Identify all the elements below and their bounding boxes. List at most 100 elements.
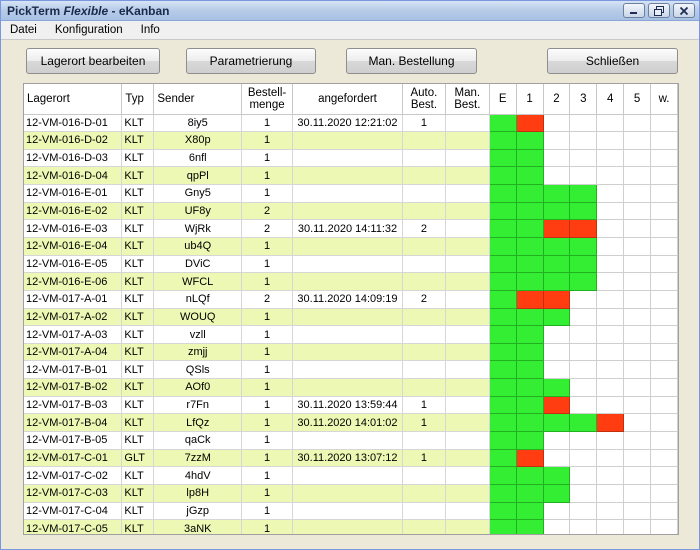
table-row[interactable]: 12-VM-017-B-05 KLT qaCk 1 bbox=[24, 431, 678, 450]
cell-typ: KLT bbox=[121, 360, 155, 380]
table-row[interactable]: 12-VM-017-A-02 KLT WOUQ 1 bbox=[24, 308, 678, 327]
cell-sender: 8iy5 bbox=[153, 114, 243, 133]
bin-cell-5 bbox=[623, 237, 652, 256]
kanban-grid[interactable]: Lagerort Typ Sender Bestell-menge angefo… bbox=[23, 83, 679, 535]
table-row[interactable]: 12-VM-016-E-05 KLT DViC 1 bbox=[24, 255, 678, 274]
cell-typ: KLT bbox=[121, 166, 155, 186]
cell-bestellmenge: 1 bbox=[241, 343, 293, 362]
table-row[interactable]: 12-VM-017-C-02 KLT 4hdV 1 bbox=[24, 466, 678, 485]
col-header-bin-1[interactable]: 1 bbox=[516, 84, 544, 115]
cell-lagerort: 12-VM-017-B-04 bbox=[24, 413, 123, 433]
cell-sender: ub4Q bbox=[153, 237, 243, 256]
parameters-button[interactable]: Parametrierung bbox=[186, 48, 316, 74]
cell-typ: KLT bbox=[121, 272, 155, 291]
title-bar[interactable]: PickTerm Flexible - eKanban bbox=[1, 1, 699, 21]
col-header-typ[interactable]: Typ bbox=[121, 84, 155, 115]
cell-lagerort: 12-VM-017-A-02 bbox=[24, 308, 123, 327]
kanban-table: Lagerort Typ Sender Bestell-menge angefo… bbox=[24, 84, 678, 534]
cell-angefordert bbox=[292, 466, 403, 485]
edit-location-button[interactable]: Lagerort bearbeiten bbox=[26, 48, 160, 74]
cell-auto-best bbox=[402, 502, 446, 521]
table-row[interactable]: 12-VM-017-B-03 KLT r7Fn 1 30.11.2020 13:59:4… bbox=[24, 396, 678, 415]
table-row[interactable]: 12-VM-016-E-03 KLT WjRk 2 30.11.2020 14:11:3… bbox=[24, 219, 678, 238]
table-row[interactable]: 12-VM-017-B-01 KLT QSls 1 bbox=[24, 360, 678, 380]
table-row[interactable]: 12-VM-016-D-01 KLT 8iy5 1 30.11.2020 12:21:0… bbox=[24, 114, 678, 133]
bin-cell-5 bbox=[623, 502, 652, 521]
table-row[interactable]: 12-VM-017-A-04 KLT zmjj 1 bbox=[24, 343, 678, 362]
bin-cell-e-full bbox=[489, 149, 517, 168]
cell-typ: KLT bbox=[121, 114, 155, 133]
col-header-angefordert[interactable]: angefordert bbox=[292, 84, 403, 115]
bin-cell-e-full bbox=[489, 184, 517, 203]
cell-sender: qpPl bbox=[153, 166, 243, 186]
bin-cell-2-empty bbox=[543, 396, 571, 415]
table-row[interactable]: 12-VM-017-B-04 KLT LfQz 1 30.11.2020 14:01:0… bbox=[24, 413, 678, 433]
cell-bestellmenge: 1 bbox=[241, 449, 293, 468]
bin-cell-3 bbox=[569, 114, 598, 133]
col-header-bin-5[interactable]: 5 bbox=[623, 84, 652, 115]
menu-konfiguration[interactable]: Konfiguration bbox=[46, 21, 132, 40]
table-row[interactable]: 12-VM-016-D-04 KLT qpPl 1 bbox=[24, 166, 678, 186]
bin-cell-2 bbox=[543, 360, 571, 380]
col-header-auto-best[interactable]: Auto. Best. bbox=[402, 84, 446, 115]
bin-cell-4 bbox=[596, 149, 625, 168]
app-window: PickTerm Flexible - eKanban Datei Konfig… bbox=[0, 0, 700, 550]
bin-cell-1-empty bbox=[516, 290, 544, 309]
minimize-button[interactable] bbox=[623, 3, 645, 18]
col-header-bin-2[interactable]: 2 bbox=[543, 84, 571, 115]
table-row[interactable]: 12-VM-017-B-02 KLT AOf0 1 bbox=[24, 378, 678, 397]
table-row[interactable]: 12-VM-017-A-03 KLT vzll 1 bbox=[24, 325, 678, 344]
table-row[interactable]: 12-VM-016-E-02 KLT UF8y 2 bbox=[24, 202, 678, 221]
col-header-lagerort[interactable]: Lagerort bbox=[24, 84, 123, 115]
manual-order-button[interactable]: Man. Bestellung bbox=[346, 48, 477, 74]
table-row[interactable]: 12-VM-016-E-04 KLT ub4Q 1 bbox=[24, 237, 678, 256]
cell-man-best bbox=[445, 290, 490, 309]
bin-cell-e-full bbox=[489, 484, 517, 503]
table-row[interactable]: 12-VM-016-D-02 KLT X80p 1 bbox=[24, 131, 678, 150]
menu-info[interactable]: Info bbox=[132, 21, 169, 40]
table-row[interactable]: 12-VM-016-E-01 KLT Gny5 1 bbox=[24, 184, 678, 203]
cell-sender: 3aNK bbox=[153, 519, 243, 534]
bin-cell-3-full bbox=[569, 272, 598, 291]
cell-lagerort: 12-VM-017-C-01 bbox=[24, 449, 123, 468]
close-app-button[interactable]: Schließen bbox=[547, 48, 678, 74]
cell-lagerort: 12-VM-016-D-01 bbox=[24, 114, 123, 133]
table-row[interactable]: 12-VM-017-C-05 KLT 3aNK 1 bbox=[24, 519, 678, 534]
bin-cell-e-full bbox=[489, 255, 517, 274]
col-header-bin-3[interactable]: 3 bbox=[569, 84, 598, 115]
col-header-sender[interactable]: Sender bbox=[153, 84, 243, 115]
table-row[interactable]: 12-VM-017-A-01 KLT nLQf 2 30.11.2020 14:09:1… bbox=[24, 290, 678, 309]
cell-typ: KLT bbox=[121, 219, 155, 238]
cell-man-best bbox=[445, 519, 490, 534]
cell-man-best bbox=[445, 484, 490, 503]
col-header-bin-4[interactable]: 4 bbox=[596, 84, 625, 115]
bin-cell-4 bbox=[596, 325, 625, 344]
col-header-e[interactable]: E bbox=[489, 84, 517, 115]
col-header-w[interactable]: w. bbox=[650, 84, 678, 115]
cell-lagerort: 12-VM-016-E-02 bbox=[24, 202, 123, 221]
bin-cell-2 bbox=[543, 114, 571, 133]
table-row[interactable]: 12-VM-017-C-04 KLT jGzp 1 bbox=[24, 502, 678, 521]
table-row[interactable]: 12-VM-016-E-06 KLT WFCL 1 bbox=[24, 272, 678, 291]
bin-cell-e-full bbox=[489, 360, 517, 380]
bin-cell-4 bbox=[596, 184, 625, 203]
cell-bestellmenge: 1 bbox=[241, 308, 293, 327]
cell-typ: KLT bbox=[121, 484, 155, 503]
close-button[interactable] bbox=[673, 3, 695, 18]
col-header-bestellmenge[interactable]: Bestell-menge bbox=[241, 84, 293, 115]
cell-auto-best bbox=[402, 202, 446, 221]
bin-cell-2-empty bbox=[543, 290, 571, 309]
cell-man-best bbox=[445, 237, 490, 256]
col-header-man-best[interactable]: Man. Best. bbox=[445, 84, 490, 115]
restore-button[interactable] bbox=[648, 3, 670, 18]
table-row[interactable]: 12-VM-017-C-01 GLT 7zzM 1 30.11.2020 13:07:1… bbox=[24, 449, 678, 468]
menu-datei[interactable]: Datei bbox=[1, 21, 46, 40]
cell-angefordert bbox=[292, 166, 403, 186]
cell-auto-best bbox=[402, 484, 446, 503]
bin-cell-e-full bbox=[489, 114, 517, 133]
table-row[interactable]: 12-VM-017-C-03 KLT lp8H 1 bbox=[24, 484, 678, 503]
table-row[interactable]: 12-VM-016-D-03 KLT 6nfl 1 bbox=[24, 149, 678, 168]
bin-cell-3 bbox=[569, 290, 598, 309]
bin-cell-2-full bbox=[543, 237, 571, 256]
bin-cell-3 bbox=[569, 431, 598, 450]
